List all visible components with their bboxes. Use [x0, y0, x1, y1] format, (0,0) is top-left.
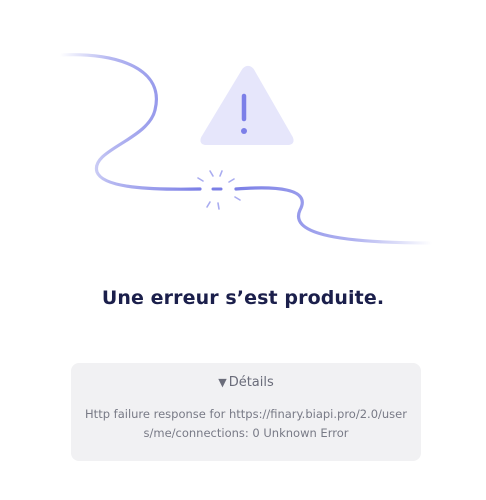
- error-page: Une erreur s’est produite. ▼ Détails Http…: [0, 0, 486, 500]
- cable-right: [234, 186, 434, 245]
- cable-left: [58, 53, 202, 191]
- triangle-down-icon: ▼: [218, 376, 227, 389]
- error-message: Http failure response for https://finary…: [85, 407, 407, 440]
- error-details-card: ▼ Détails Http failure response for https…: [71, 363, 421, 461]
- warning-triangle-icon: [200, 66, 294, 145]
- details-toggle[interactable]: ▼ Détails: [71, 375, 421, 390]
- broken-connection-illustration: [58, 53, 434, 245]
- error-title: Une erreur s’est produite.: [101, 287, 385, 309]
- details-label: Détails: [228, 375, 274, 390]
- spark-icon: [197, 170, 241, 210]
